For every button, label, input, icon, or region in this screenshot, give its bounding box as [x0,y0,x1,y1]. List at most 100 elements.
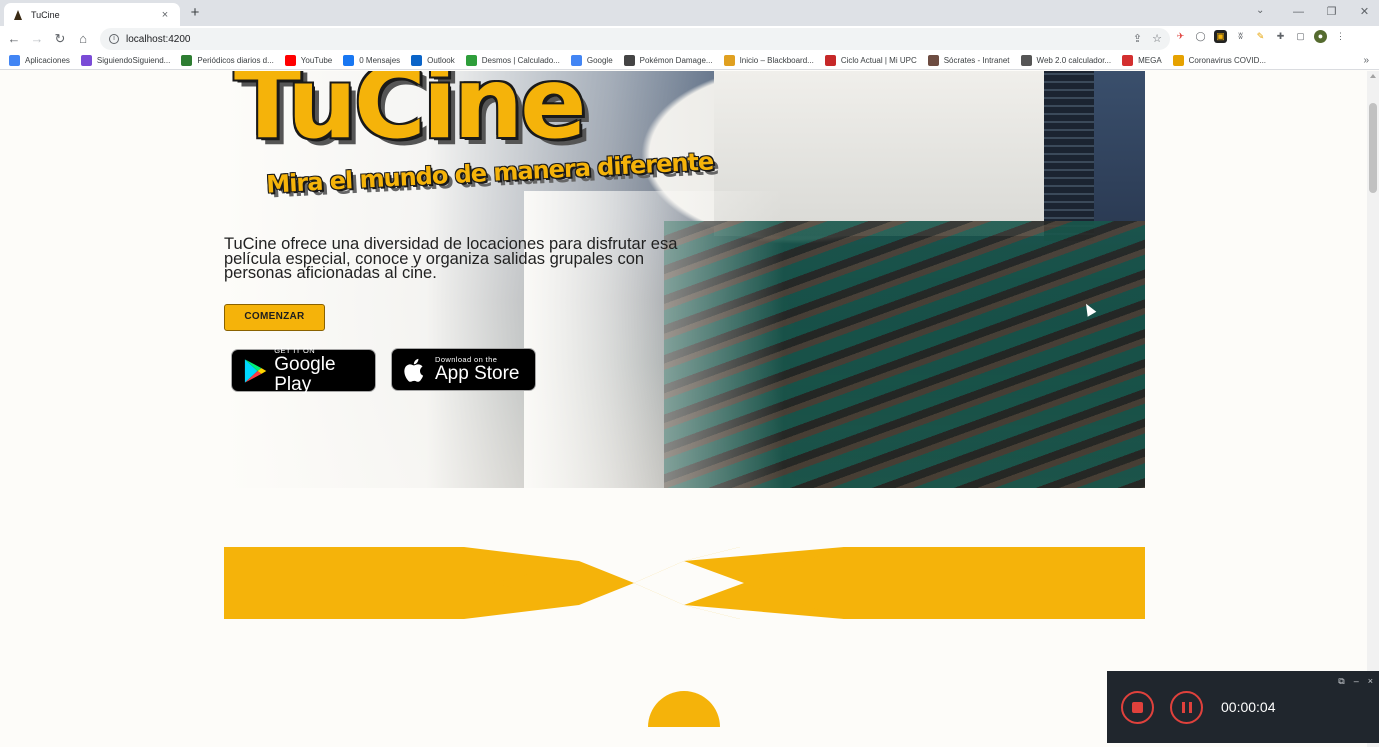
page-scrollbar[interactable] [1367,71,1379,747]
bookmark-label: Web 2.0 calculador... [1036,56,1112,65]
bookmark-star-icon[interactable]: ☆ [1152,32,1162,45]
tucine-logo: TuCine Mira el mundo de manera diferente [224,71,724,217]
share-icon[interactable]: ⇪ [1133,32,1142,45]
apple-icon [404,358,424,382]
bookmark-item[interactable]: Pokémon Damage... [623,55,713,66]
bookmark-item[interactable]: Outlook [411,55,455,66]
close-recorder-icon[interactable]: × [1368,676,1373,687]
bookmark-favicon-icon [1172,55,1184,66]
scroll-up-arrow-icon[interactable] [1370,74,1376,78]
bookmark-label: Outlook [427,56,455,65]
stop-icon [1132,702,1143,713]
tab-tucine[interactable]: TuCine × [4,3,180,26]
extension-icon[interactable]: ✎ [1254,30,1267,43]
bookmark-favicon-icon [181,55,193,66]
google-play-icon [244,358,267,383]
bookmark-favicon-icon [824,55,836,66]
google-play-badge[interactable]: GET IT ON Google Play [231,346,376,395]
bookmark-label: YouTube [300,56,333,65]
tab-close-icon[interactable]: × [158,9,172,21]
bookmarks-overflow-button[interactable]: » [1363,52,1369,70]
address-bar[interactable]: i localhost:4200 ⇪ ☆ [100,28,1170,50]
puzzle-extensions-icon[interactable]: ✚ [1274,30,1287,43]
bookmark-item[interactable]: 0 Mensajes [343,55,400,66]
logo-word: TuCine [234,71,587,161]
extension-icon[interactable]: ✈ [1174,30,1187,43]
bookmark-label: Periódicos diarios d... [197,56,274,65]
scrollbar-thumb[interactable] [1369,103,1377,193]
recording-timer: 00:00:04 [1221,699,1276,715]
bookmark-label: Coronavirus COVID... [1188,56,1267,65]
bookmark-item[interactable]: Web 2.0 calculador... [1020,55,1112,66]
bookmark-favicon-icon [284,55,296,66]
new-tab-button[interactable]: + [186,4,204,22]
bookmark-label: Pokémon Damage... [639,56,713,65]
comenzar-button[interactable]: COMENZAR [224,304,325,331]
pause-icon [1182,702,1185,713]
bookmark-label: SiguiendoSiguiend... [96,56,171,65]
tab-title: TuCine [31,9,60,20]
bookmark-label: Desmos | Calculado... [481,56,560,65]
bookmark-item[interactable]: YouTube [284,55,333,66]
reload-icon[interactable]: ↻ [51,30,69,48]
bookmark-item[interactable]: Inicio – Blackboard... [723,55,814,66]
extension-icon[interactable]: ▣ [1214,30,1227,43]
google-play-big-text: Google Play [274,354,336,395]
bookmark-item[interactable]: Ciclo Actual | Mi UPC [824,55,917,66]
browser-menu-icon[interactable]: ⋮ [1334,30,1347,43]
back-arrow-icon[interactable]: ← [5,30,23,48]
close-window-button[interactable]: ✕ [1348,0,1379,26]
bookmark-item[interactable]: Google [570,55,613,66]
bookmark-favicon-icon [570,55,582,66]
bookmark-favicon-icon [723,55,735,66]
tab-search-icon[interactable]: ⌄ [1256,5,1264,16]
bookmark-label: Aplicaciones [25,56,70,65]
bookmark-item[interactable]: Coronavirus COVID... [1172,55,1267,66]
popout-icon[interactable]: ⧉ [1338,676,1344,687]
profile-avatar[interactable]: ● [1314,30,1327,43]
browser-toolbar: ← → ↻ ⌂ i localhost:4200 ⇪ ☆ ✈ ◯ ▣ ʬ ✎ ✚… [0,26,1379,52]
hero-section: TuCine Mira el mundo de manera diferente… [224,71,1145,488]
screen-recorder-widget: ⧉ – × 00:00:04 [1107,671,1379,743]
intro-text: TuCine ofrece una diversidad de locacion… [224,235,678,282]
app-store-badge[interactable]: Download on the App Store [391,348,536,391]
app-store-big-text: App Store [435,363,520,384]
bookmark-favicon-icon [1122,55,1134,66]
bookmark-label: MEGA [1138,56,1162,65]
section-icon-disc [648,691,720,727]
yellow-banner [224,547,1145,619]
bookmark-label: Inicio – Blackboard... [739,56,814,65]
bookmark-favicon-icon [465,55,477,66]
extension-icon[interactable]: ʬ [1234,30,1247,43]
site-info-icon[interactable]: i [109,34,119,44]
bookmark-label: Google [586,56,613,65]
forward-arrow-icon[interactable]: → [28,30,46,48]
bookmark-favicon-icon [411,55,423,66]
bookmark-favicon-icon [80,55,92,66]
extension-icon[interactable]: ◯ [1194,30,1207,43]
bookmark-item[interactable]: Aplicaciones [9,55,70,66]
page-viewport: TuCine Mira el mundo de manera diferente… [0,71,1367,747]
side-panel-icon[interactable]: ▢ [1294,30,1307,43]
home-icon[interactable]: ⌂ [74,30,92,48]
stage-truss-image [1044,71,1094,241]
minimize-recorder-icon[interactable]: – [1354,676,1359,687]
bookmark-item[interactable]: Periódicos diarios d... [181,55,274,66]
stop-recording-button[interactable] [1121,691,1154,724]
bookmark-favicon-icon [343,55,355,66]
restore-window-button[interactable]: ❐ [1315,0,1348,26]
banner-cross-graphic [334,547,864,619]
bookmark-item[interactable]: Desmos | Calculado... [465,55,560,66]
pause-recording-button[interactable] [1170,691,1203,724]
tucine-favicon-icon [12,9,24,21]
address-url: localhost:4200 [126,33,191,45]
bookmark-favicon-icon [9,55,20,66]
bookmark-item[interactable]: Sócrates - Intranet [927,55,1010,66]
tab-strip: TuCine × + ⌄ — ❐ ✕ [0,0,1379,26]
bookmark-label: Ciclo Actual | Mi UPC [840,56,917,65]
bookmark-item[interactable]: SiguiendoSiguiend... [80,55,171,66]
minimize-window-button[interactable]: — [1282,0,1315,26]
bookmark-item[interactable]: MEGA [1122,55,1162,66]
bookmark-label: Sócrates - Intranet [943,56,1010,65]
bookmark-favicon-icon [623,55,635,66]
